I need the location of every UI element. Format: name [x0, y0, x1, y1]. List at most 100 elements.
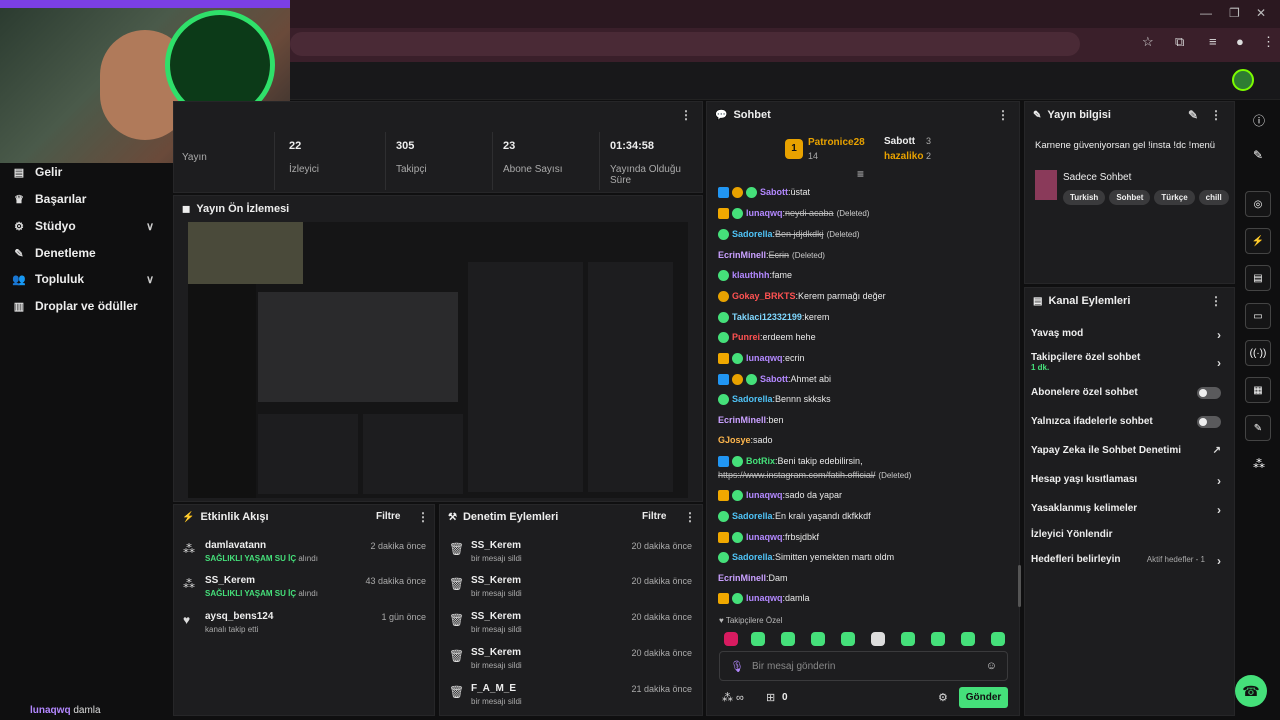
chat-input[interactable]: 🎙 Bir mesaj gönderin ☺: [719, 651, 1008, 681]
chat-username[interactable]: Sadorella: [732, 229, 773, 239]
sidebar-item-topluluk[interactable]: 👥 Topluluk ∨: [12, 267, 154, 291]
close-icon[interactable]: ✕: [1256, 6, 1266, 20]
channel-action-row[interactable]: Hesap yaşı kısıtlaması ›: [1031, 474, 1227, 488]
chat-message[interactable]: Sadorella: Simitten yemekten martı oldm: [718, 549, 894, 565]
channel-action-row[interactable]: Takipçilere özel sohbet 1 dk. ›: [1031, 352, 1227, 376]
collapse-icon[interactable]: ≡: [857, 167, 864, 181]
more-icon[interactable]: ⋮: [680, 108, 692, 122]
chat-message[interactable]: Gokay_BRKTS: Kerem parmağı değer: [718, 288, 886, 304]
chat-icon[interactable]: ▭: [1245, 303, 1271, 329]
moderation-row[interactable]: 🗑 SS_Kerem 20 dakika önce bir mesajı sildi: [449, 575, 692, 609]
emote[interactable]: [991, 632, 1005, 646]
channel-action-row[interactable]: Hedefleri belirleyin Aktif hedefler - 1 ›: [1031, 554, 1227, 568]
category-name[interactable]: Sadece Sohbet: [1063, 172, 1131, 183]
chat-username[interactable]: EcrinMinell: [718, 573, 766, 583]
moderation-row[interactable]: 🗑 SS_Kerem 20 dakika önce bir mesajı sildi: [449, 647, 692, 681]
emote[interactable]: [811, 632, 825, 646]
media-icon[interactable]: ≡: [1209, 34, 1217, 49]
chat-username[interactable]: Gokay_BRKTS: [732, 291, 796, 301]
emote[interactable]: [781, 632, 795, 646]
emote[interactable]: [871, 632, 885, 646]
share-icon[interactable]: ⁂ ∞: [722, 691, 744, 704]
sidebar-item-gelir[interactable]: ▤ Gelir: [12, 160, 63, 184]
address-bar[interactable]: [290, 32, 1080, 56]
chat-username[interactable]: EcrinMinell: [718, 250, 766, 260]
chat-username[interactable]: Sadorella: [732, 394, 773, 404]
moderation-row[interactable]: 🗑 SS_Kerem 20 dakika önce bir mesajı sildi: [449, 611, 692, 645]
more-icon[interactable]: ⋮: [684, 510, 696, 524]
layout-icon[interactable]: ▦: [1245, 377, 1271, 403]
channel-action-row[interactable]: Yalnızca ifadelerle sohbet: [1031, 416, 1227, 430]
chat-message[interactable]: EcrinMinell: Dam: [718, 570, 788, 586]
chat-message[interactable]: lunaqwq: neydi acaba (Deleted): [718, 205, 869, 221]
chat-message[interactable]: EcrinMinell: Ecrin (Deleted): [718, 247, 825, 263]
leader-name[interactable]: Patronice28: [808, 137, 865, 148]
gift-icon[interactable]: ⊞: [766, 691, 775, 704]
chat-message[interactable]: EcrinMinell: ben: [718, 412, 784, 428]
sidebar-item-droplar[interactable]: ▥ Droplar ve ödüller: [12, 294, 138, 318]
chat-message[interactable]: Sadorella: Ben jdjdkdkj (Deleted): [718, 226, 859, 242]
info-icon[interactable]: ⓘ: [1253, 112, 1265, 129]
gear-icon[interactable]: ⚙: [938, 691, 948, 704]
toggle-switch[interactable]: [1197, 387, 1221, 399]
sidebar-item-studyo[interactable]: ⚙ Stüdyo ∨: [12, 214, 154, 238]
moderation-filter-button[interactable]: Filtre: [642, 511, 666, 522]
chat-username[interactable]: lunaqwq: [746, 490, 783, 500]
channel-action-row[interactable]: Yapay Zeka ile Sohbet Denetimi ↗: [1031, 445, 1227, 459]
emote[interactable]: [724, 632, 738, 646]
chat-scrollbar[interactable]: [1018, 565, 1021, 607]
chat-message[interactable]: Punrei: erdeem hehe: [718, 329, 816, 345]
chat-message[interactable]: lunaqwq: sado da yapar: [718, 487, 842, 503]
sidebar-item-denetleme[interactable]: ✎ Denetleme: [12, 241, 95, 265]
chat-message[interactable]: https://www.instagram.com/fatih.official…: [718, 467, 911, 483]
channel-action-row[interactable]: Yasaklanmış kelimeler ›: [1031, 503, 1227, 517]
leader-name[interactable]: Sabott: [884, 136, 915, 147]
tag[interactable]: Türkçe: [1154, 190, 1195, 205]
tag[interactable]: chill: [1198, 190, 1229, 205]
sidebar-item-basarilar[interactable]: ♛ Başarılar: [12, 187, 86, 211]
send-button[interactable]: Gönder: [959, 687, 1008, 708]
chat-message[interactable]: Taklaci12332199: kerem: [718, 309, 829, 325]
emote[interactable]: [901, 632, 915, 646]
activity-filter-button[interactable]: Filtre: [376, 511, 400, 522]
chat-message[interactable]: Sadorella: En kralı yaşandı dkfkkdf: [718, 508, 871, 524]
leader-name[interactable]: hazaliko: [884, 151, 923, 162]
moderation-row[interactable]: 🗑 F_A_M_E 21 dakika önce bir mesajı sildi: [449, 683, 692, 717]
more-icon[interactable]: ⋮: [417, 510, 429, 524]
tag[interactable]: Turkish: [1063, 190, 1106, 205]
chat-message[interactable]: Sabott: Ahmet abi: [718, 371, 831, 387]
chat-username[interactable]: Sabott: [760, 187, 788, 197]
chat-message[interactable]: Sadorella: Bennn skksks: [718, 391, 831, 407]
chat-username[interactable]: lunaqwq: [746, 593, 783, 603]
moderation-row[interactable]: 🗑 SS_Kerem 20 dakika önce bir mesajı sildi: [449, 540, 692, 574]
wrench-icon[interactable]: ✎: [1245, 415, 1271, 441]
chat-username[interactable]: klauthhh: [732, 270, 770, 280]
chat-message[interactable]: klauthhh: fame: [718, 267, 792, 283]
microphone-icon[interactable]: 🎙: [730, 660, 744, 673]
support-icon[interactable]: ☎: [1235, 675, 1267, 707]
edit-icon[interactable]: ✎: [1188, 108, 1198, 122]
more-icon[interactable]: ⋮: [1210, 108, 1222, 122]
channel-action-row[interactable]: İzleyici Yönlendir: [1031, 529, 1227, 543]
camera-icon[interactable]: ◎: [1245, 191, 1271, 217]
chat-username[interactable]: GJosye: [718, 435, 751, 445]
bolt-icon[interactable]: ⚡: [1245, 228, 1271, 254]
user-avatar[interactable]: [1232, 69, 1254, 91]
chat-username[interactable]: BotRix: [746, 456, 775, 466]
activity-row[interactable]: ⁂ damlavatann 2 dakika önce SAĞLIKLI YAŞ…: [183, 540, 426, 574]
emote[interactable]: [931, 632, 945, 646]
share-icon[interactable]: ⁂: [1253, 457, 1265, 471]
chat-username[interactable]: Punrei: [732, 332, 760, 342]
channel-action-row[interactable]: Yavaş mod ›: [1031, 328, 1227, 342]
chat-username[interactable]: lunaqwq: [746, 208, 783, 218]
emoji-icon[interactable]: ☺: [986, 660, 997, 672]
chat-username[interactable]: Sadorella: [732, 511, 773, 521]
extension-icon[interactable]: ⧉: [1175, 34, 1184, 50]
emote[interactable]: [751, 632, 765, 646]
chat-username[interactable]: lunaqwq: [746, 532, 783, 542]
star-icon[interactable]: ☆: [1142, 34, 1154, 50]
broadcast-icon[interactable]: ((·)): [1245, 340, 1271, 366]
chat-username[interactable]: Sadorella: [732, 552, 773, 562]
activity-row[interactable]: ⁂ SS_Kerem 43 dakika önce SAĞLIKLI YAŞAM…: [183, 575, 426, 609]
activity-row[interactable]: ♥ aysq_bens124 1 gün önce kanalı takip e…: [183, 611, 426, 645]
